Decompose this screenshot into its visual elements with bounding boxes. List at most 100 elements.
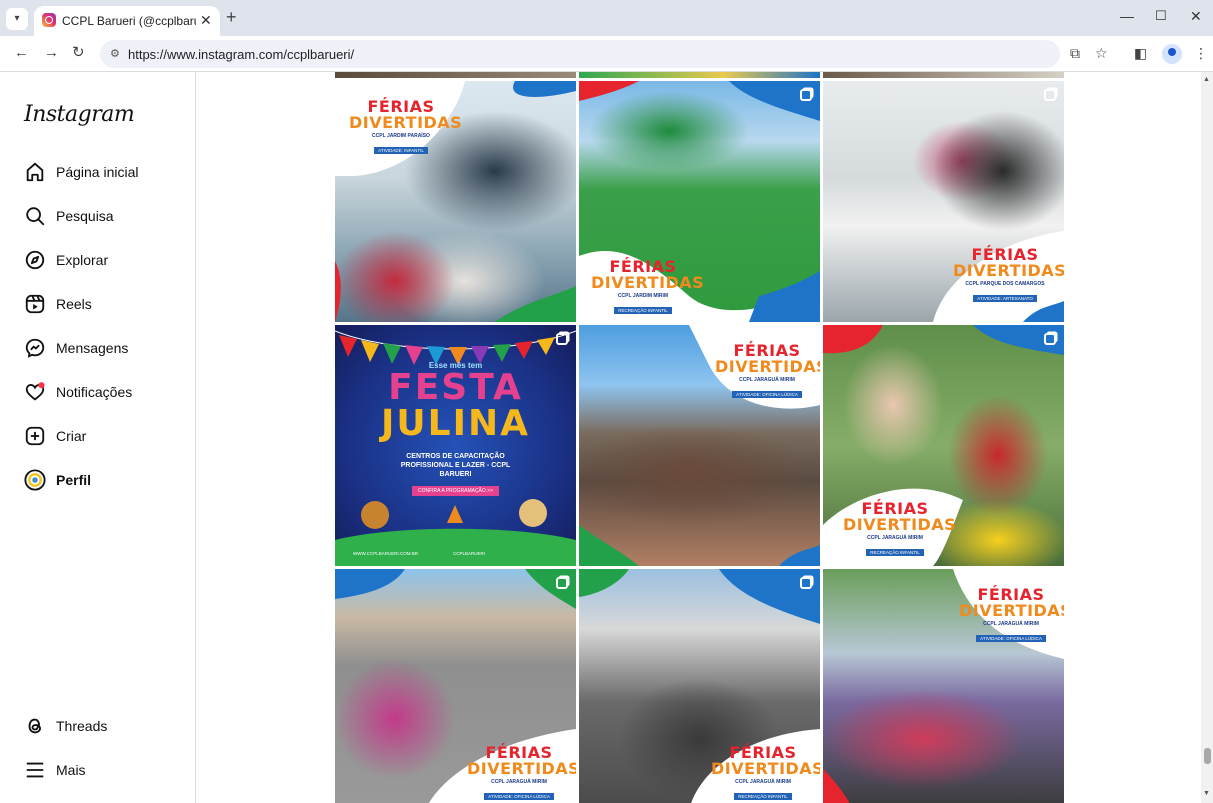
- carousel-icon: [800, 577, 812, 589]
- nav-label: Mais: [56, 762, 86, 778]
- maximize-icon[interactable]: ☐: [1155, 8, 1167, 24]
- scroll-up-icon[interactable]: ▲: [1203, 76, 1210, 83]
- banner-word: DIVERTIDAS: [349, 113, 463, 132]
- minimize-icon[interactable]: —: [1120, 8, 1134, 24]
- nav-label: Pesquisa: [56, 208, 114, 224]
- nav-home[interactable]: Página inicial: [24, 160, 184, 186]
- banner-tag: RECREAÇÃO INFANTIL: [866, 549, 924, 556]
- carousel-icon: [556, 333, 568, 345]
- banner-subtitle: CCPL JARAGUÁ MIRIM: [867, 535, 923, 541]
- post-thumbnail[interactable]: FÉRIAS DIVERTIDAS CCPL JARAGUÁ MIRIM ATI…: [335, 569, 576, 803]
- ferias-banner: FÉRIAS DIVERTIDAS CCPL JARDIM PARAÍSO AT…: [349, 99, 463, 157]
- previous-post-edge[interactable]: [579, 72, 820, 78]
- star-icon[interactable]: ☆: [1095, 45, 1108, 62]
- cast-icon[interactable]: ⧉: [1070, 45, 1080, 62]
- ferias-banner: FÉRIAS DIVERTIDAS CCPL JARAGUÁ MIRIM ATI…: [959, 587, 1064, 645]
- scroll-down-icon[interactable]: ▼: [1203, 790, 1210, 797]
- nav-more[interactable]: Mais: [24, 758, 184, 784]
- search-icon: [26, 207, 45, 226]
- banner-word: DIVERTIDAS: [711, 759, 820, 778]
- browser-tab[interactable]: CCPL Barueri (@ccplbarueri) • I ✕: [34, 6, 220, 36]
- carousel-icon: [1044, 89, 1056, 101]
- nav-notifications[interactable]: Notificações: [24, 380, 184, 406]
- instagram-logo[interactable]: Instagram: [24, 102, 135, 127]
- window-close-icon[interactable]: ✕: [1190, 8, 1202, 25]
- banner-word: DIVERTIDAS: [953, 261, 1064, 280]
- nav-messages[interactable]: Mensagens: [24, 336, 184, 362]
- nav-label: Notificações: [56, 384, 133, 400]
- nav-create[interactable]: Criar: [24, 424, 184, 450]
- banner-word: DIVERTIDAS: [467, 759, 576, 778]
- banner-tag: ATIVIDADE: OFICINA LÚDICA: [484, 793, 554, 800]
- post-thumbnail[interactable]: FÉRIAS DIVERTIDAS CCPL JARDIM MIRIM RECR…: [579, 81, 820, 322]
- nav-label: Explorar: [56, 252, 109, 268]
- ferias-banner: FÉRIAS DIVERTIDAS CCPL JARAGUÁ MIRIM ATI…: [467, 745, 576, 803]
- post-thumbnail[interactable]: FÉRIAS DIVERTIDAS CCPL JARDIM PARAÍSO AT…: [335, 81, 576, 322]
- post-thumbnail[interactable]: FÉRIAS DIVERTIDAS CCPL PARQUE DOS CAMARG…: [823, 81, 1064, 322]
- nav-reels[interactable]: Reels: [24, 292, 184, 318]
- post-thumbnail[interactable]: FÉRIAS DIVERTIDAS CCPL JARAGUÁ MIRIM REC…: [579, 569, 820, 803]
- instagram-sidebar: Instagram Página inicial Pesquisa Explor…: [0, 72, 196, 803]
- side-panel-icon[interactable]: ◧: [1134, 45, 1147, 62]
- page-scrollbar[interactable]: ▲ ▼: [1201, 72, 1213, 803]
- address-bar[interactable]: ⚙ https://www.instagram.com/ccplbarueri/: [100, 40, 1060, 68]
- post-thumbnail[interactable]: FÉRIAS DIVERTIDAS CCPL JARAGUÁ MIRIM ATI…: [579, 325, 820, 566]
- banner-word: DIVERTIDAS: [959, 601, 1064, 620]
- banner-subtitle: CCPL JARAGUÁ MIRIM: [735, 779, 791, 785]
- festa-site: WWW.CCPLBARUERI.COM.BR: [353, 551, 419, 556]
- festa-subtitle: CENTROS DE CAPACITAÇÃO PROFISSIONAL E LA…: [400, 453, 511, 478]
- scrollbar-thumb[interactable]: [1204, 748, 1211, 764]
- menu-icon[interactable]: ⋮: [1194, 45, 1208, 62]
- banner-subtitle: CCPL PARQUE DOS CAMARGOS: [965, 281, 1045, 287]
- nav-threads[interactable]: Threads: [24, 714, 184, 740]
- threads-icon: [28, 718, 41, 734]
- tab-search-icon[interactable]: ▾: [6, 8, 28, 30]
- reload-icon[interactable]: ↻: [72, 45, 85, 61]
- nav-profile[interactable]: Perfil: [24, 468, 184, 494]
- post-thumbnail[interactable]: Esse mês tem FESTA JULINA CENTROS DE CAP…: [335, 325, 576, 566]
- close-icon[interactable]: ✕: [200, 12, 212, 29]
- ferias-banner: FÉRIAS DIVERTIDAS CCPL JARAGUÁ MIRIM ATI…: [715, 343, 820, 401]
- post-thumbnail[interactable]: FÉRIAS DIVERTIDAS CCPL JARAGUÁ MIRIM ATI…: [823, 569, 1064, 803]
- hamburger-icon: [26, 762, 44, 778]
- browser-toolbar: ← → ↻ ⚙ https://www.instagram.com/ccplba…: [0, 36, 1213, 72]
- home-icon: [26, 162, 44, 182]
- carousel-icon: [1044, 333, 1056, 345]
- banner-tag: ATIVIDADE: INFANTIL: [374, 147, 428, 154]
- plus-square-icon: [25, 426, 45, 446]
- banner-tag: ATIVIDADE: OFICINA LÚDICA: [732, 391, 802, 398]
- site-info-icon[interactable]: ⚙: [110, 47, 120, 60]
- post-thumbnail[interactable]: FÉRIAS DIVERTIDAS CCPL JARAGUÁ MIRIM REC…: [823, 325, 1064, 566]
- nav-label: Mensagens: [56, 340, 129, 356]
- ferias-banner: FÉRIAS DIVERTIDAS CCPL JARAGUÁ MIRIM REC…: [711, 745, 820, 803]
- festa-cta: CONFIRA A PROGRAMAÇÃO >>: [411, 486, 500, 496]
- banner-word: DIVERTIDAS: [591, 273, 705, 292]
- banner-word: DIVERTIDAS: [843, 515, 957, 534]
- nav-label: Perfil: [56, 472, 92, 488]
- banner-subtitle: CCPL JARAGUÁ MIRIM: [983, 621, 1039, 627]
- festa-title: FESTA: [388, 367, 523, 408]
- nav-label: Threads: [56, 718, 108, 734]
- profile-icon[interactable]: [1162, 44, 1182, 64]
- banner-tag: RECREAÇÃO INFANTIL: [614, 307, 672, 314]
- heart-icon: [25, 382, 45, 401]
- forward-icon[interactable]: →: [44, 45, 59, 61]
- back-icon[interactable]: ←: [14, 45, 29, 61]
- nav-explore[interactable]: Explorar: [24, 248, 184, 274]
- carousel-icon: [800, 89, 812, 101]
- nav-search[interactable]: Pesquisa: [24, 204, 184, 230]
- nav-label: Reels: [56, 296, 92, 312]
- previous-post-edge[interactable]: [335, 72, 576, 78]
- festa-junina-text: Esse mês tem FESTA JULINA CENTROS DE CAP…: [335, 361, 576, 497]
- banner-tag: ATIVIDADE: OFICINA LÚDICA: [976, 635, 1046, 642]
- reels-icon: [25, 294, 45, 314]
- nav-label: Página inicial: [56, 164, 139, 180]
- ferias-banner: FÉRIAS DIVERTIDAS CCPL JARAGUÁ MIRIM REC…: [843, 501, 957, 559]
- url-text[interactable]: https://www.instagram.com/ccplbarueri/: [128, 47, 354, 62]
- new-tab-icon[interactable]: +: [226, 8, 237, 26]
- banner-subtitle: CCPL JARDIM MIRIM: [617, 293, 669, 299]
- messenger-icon: [25, 338, 45, 358]
- carousel-icon: [556, 577, 568, 589]
- banner-tag: RECREAÇÃO INFANTIL: [734, 793, 792, 800]
- previous-post-edge[interactable]: [823, 72, 1064, 78]
